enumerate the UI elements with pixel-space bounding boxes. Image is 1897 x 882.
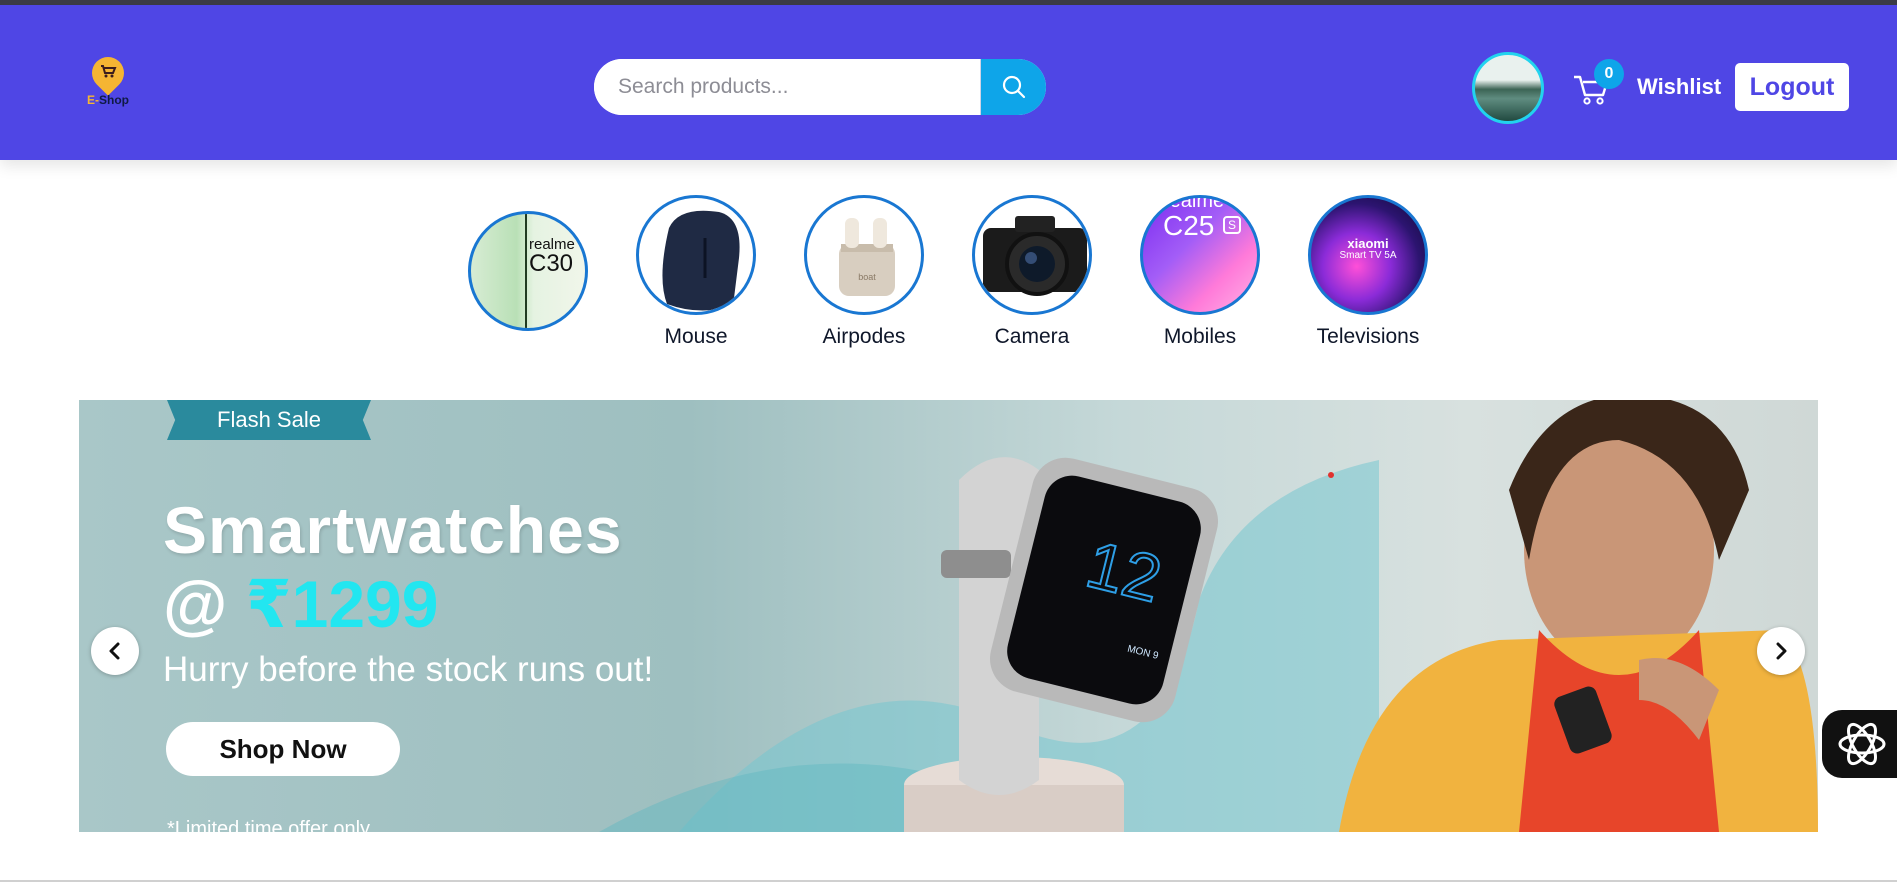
user-avatar[interactable] bbox=[1472, 52, 1544, 124]
category-camera[interactable]: Camera bbox=[967, 195, 1097, 349]
banner-price: @ ₹1299 bbox=[163, 567, 439, 641]
category-mobiles[interactable]: realme C25 S Mobiles bbox=[1135, 195, 1265, 349]
assistant-knot-icon bbox=[1838, 722, 1886, 766]
cart-count-badge: 0 bbox=[1594, 59, 1624, 89]
xiaomi-tv-thumbnail: xiaomi Smart TV 5A bbox=[1308, 195, 1428, 315]
shop-now-button[interactable]: Shop Now bbox=[166, 722, 400, 776]
earbuds-thumbnail: boat bbox=[804, 195, 924, 315]
wishlist-link[interactable]: Wishlist bbox=[1637, 74, 1721, 100]
category-label: Airpodes bbox=[822, 325, 906, 348]
logout-button[interactable]: Logout bbox=[1735, 63, 1849, 111]
category-label: Mobiles bbox=[1163, 325, 1237, 348]
carousel-prev-button[interactable] bbox=[91, 627, 139, 675]
search-icon bbox=[1002, 75, 1025, 99]
svg-text:boat: boat bbox=[858, 272, 876, 282]
category-label: Mouse bbox=[664, 325, 728, 348]
logo-text: E-Shop bbox=[87, 93, 129, 107]
category-strip: realme C30 Mouse boat Airpodes Camera re… bbox=[0, 195, 1897, 355]
search-button[interactable] bbox=[980, 59, 1046, 115]
category-mouse[interactable]: Mouse bbox=[631, 195, 761, 349]
realme-c25s-thumbnail: realme C25 S bbox=[1140, 195, 1260, 315]
chat-assistant-button[interactable] bbox=[1822, 710, 1897, 778]
camera-thumbnail bbox=[972, 195, 1092, 315]
category-phones[interactable]: realme C30 bbox=[463, 211, 593, 331]
search-bar bbox=[594, 59, 1046, 115]
hero-banner: 12 MON 9 Flash Sale Smartwatches @ ₹1299… bbox=[79, 400, 1818, 832]
realme-c30-thumbnail: realme C30 bbox=[468, 211, 588, 331]
carousel-next-button[interactable] bbox=[1757, 627, 1805, 675]
banner-footnote: *Limited time offer only bbox=[167, 818, 371, 832]
site-logo[interactable]: E-Shop bbox=[78, 50, 138, 117]
chevron-left-icon bbox=[109, 642, 120, 660]
category-televisions[interactable]: xiaomi Smart TV 5A Televisions bbox=[1303, 195, 1433, 349]
category-airpodes[interactable]: boat Airpodes bbox=[799, 195, 929, 349]
chevron-right-icon bbox=[1776, 642, 1787, 660]
search-input[interactable] bbox=[594, 59, 980, 115]
flash-sale-tag: Flash Sale bbox=[167, 400, 371, 440]
banner-title: Smartwatches bbox=[163, 493, 623, 567]
category-label: Camera bbox=[994, 325, 1070, 348]
banner-subtitle: Hurry before the stock runs out! bbox=[163, 650, 654, 689]
mouse-thumbnail bbox=[636, 195, 756, 315]
logo-cart-icon bbox=[101, 65, 117, 78]
site-header: E-Shop 0 Wishlist Logout bbox=[0, 5, 1897, 160]
category-label: Televisions bbox=[1316, 325, 1420, 348]
